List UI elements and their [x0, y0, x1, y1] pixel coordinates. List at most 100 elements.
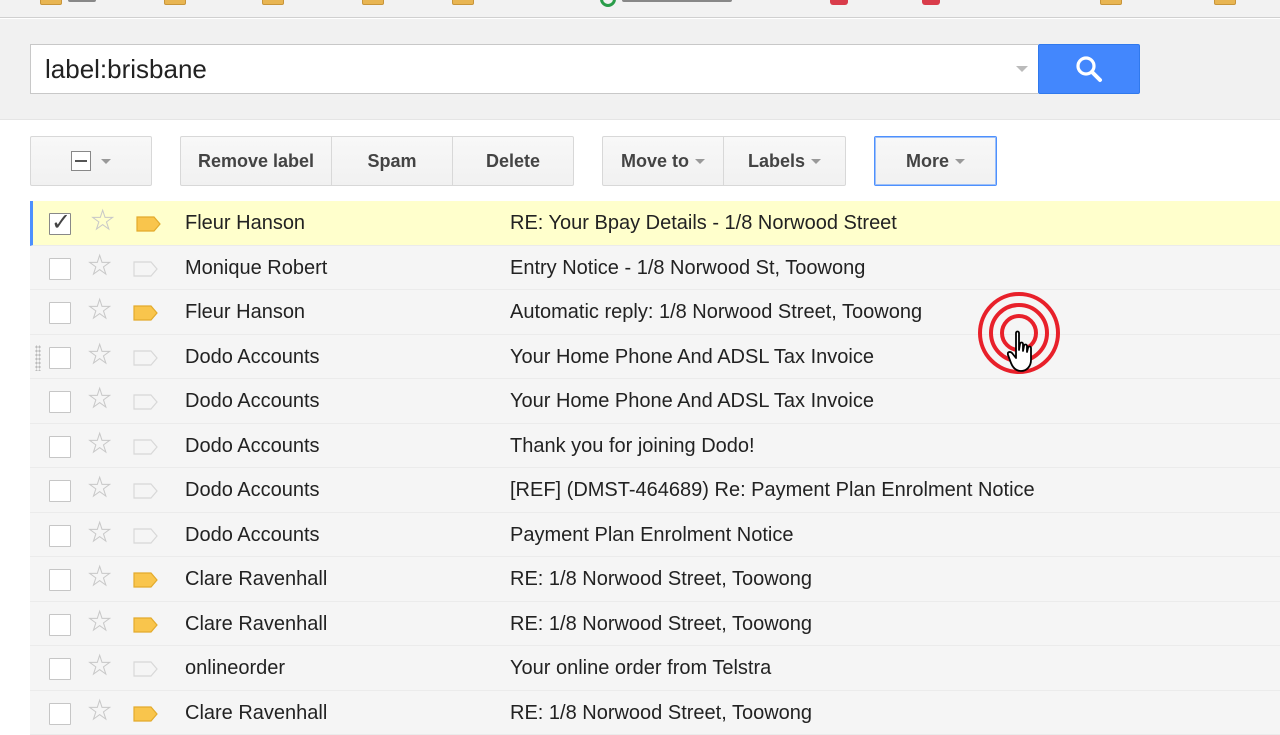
message-row[interactable]: ✓★Clare RavenhallRE: 1/8 Norwood Street,…	[30, 602, 1280, 647]
message-subject: [REF] (DMST-464689) Re: Payment Plan Enr…	[510, 479, 1035, 502]
importance-marker-icon[interactable]	[133, 483, 158, 499]
message-subject: Entry Notice - 1/8 Norwood St, Toowong	[510, 257, 865, 280]
importance-marker-icon[interactable]	[133, 439, 158, 455]
chevron-down-icon	[695, 159, 705, 164]
message-row[interactable]: ✓ ★ Dodo Accounts Your Home Phone And ADSL …	[30, 379, 1280, 424]
search-header	[0, 19, 1280, 120]
message-row[interactable]: ✓★Clare RavenhallRE: 1/8 Norwood Street,…	[30, 691, 1280, 735]
bookmark-folder-icon[interactable]	[362, 0, 384, 6]
search-button[interactable]	[1038, 44, 1140, 94]
message-list: ✓ ★ Fleur Hanson RE: Your Bpay Details - 1/…	[30, 201, 1280, 735]
message-checkbox[interactable]: ✓	[49, 569, 71, 591]
action-toolbar: Remove label Spam Delete Move to Labels …	[0, 121, 1280, 201]
bookmark-folder-icon[interactable]	[1100, 0, 1122, 6]
labels-text: Labels	[748, 151, 805, 172]
bookmark-red-icon[interactable]	[922, 0, 940, 6]
message-row[interactable]: ✓ ★ Dodo Accounts Thank you for joining Dod…	[30, 424, 1280, 469]
message-checkbox[interactable]: ✓	[49, 703, 71, 725]
message-sender: Clare Ravenhall	[185, 702, 327, 725]
star-icon[interactable]: ★	[88, 342, 111, 368]
message-row[interactable]: ✓ ★ Dodo Accounts Payment Plan Enrolment No…	[30, 513, 1280, 558]
importance-marker-icon[interactable]	[133, 394, 158, 410]
delete-button[interactable]: Delete	[452, 136, 574, 186]
spam-text: Spam	[367, 151, 416, 172]
message-sender: Dodo Accounts	[185, 435, 320, 458]
message-checkbox[interactable]: ✓	[49, 302, 71, 324]
star-icon[interactable]: ★	[88, 520, 111, 546]
bookmark-folder-icon[interactable]	[452, 0, 474, 6]
message-sender: Dodo Accounts	[185, 346, 320, 369]
message-sender: Dodo Accounts	[185, 524, 320, 547]
chevron-down-icon	[811, 159, 821, 164]
importance-marker-icon[interactable]	[133, 661, 158, 677]
more-button[interactable]: More	[874, 136, 997, 186]
select-checkbox-icon	[71, 151, 91, 171]
message-row[interactable]: ✓ ★ Dodo Accounts Your Home Phone And ADSL …	[30, 335, 1280, 380]
message-subject: RE: 1/8 Norwood Street, Toowong	[510, 702, 812, 725]
remove-label-button[interactable]: Remove label	[180, 136, 332, 186]
message-row[interactable]: ✓★Dodo Accounts[REF] (DMST-464689) Re: P…	[30, 468, 1280, 513]
message-checkbox[interactable]: ✓	[49, 525, 71, 547]
bookmark-red-icon[interactable]	[830, 0, 848, 6]
checkmark-icon: ✓	[51, 208, 71, 236]
search-input[interactable]	[31, 54, 991, 85]
message-row[interactable]: ✓★Clare RavenhallRE: 1/8 Norwood Street,…	[30, 557, 1280, 602]
chrome-apps-icon[interactable]	[600, 0, 732, 6]
message-sender: Clare Ravenhall	[185, 568, 327, 591]
message-subject: Automatic reply: 1/8 Norwood Street, Too…	[510, 301, 922, 324]
star-icon[interactable]: ★	[91, 208, 114, 234]
select-dropdown-button[interactable]	[30, 136, 152, 186]
search-field[interactable]	[30, 44, 1038, 94]
importance-marker-icon[interactable]	[133, 572, 158, 588]
message-row[interactable]: ✓ ★ onlineorder Your online order from Tels…	[30, 646, 1280, 691]
star-icon[interactable]: ★	[88, 609, 111, 635]
star-icon[interactable]: ★	[88, 475, 111, 501]
move-to-button[interactable]: Move to	[602, 136, 724, 186]
message-subject: Payment Plan Enrolment Notice	[510, 524, 793, 547]
message-subject: RE: Your Bpay Details - 1/8 Norwood Stre…	[510, 212, 897, 235]
message-checkbox[interactable]: ✓	[49, 347, 71, 369]
message-subject: Your online order from Telstra	[510, 657, 771, 680]
message-subject: Your Home Phone And ADSL Tax Invoice	[510, 390, 874, 413]
star-icon[interactable]: ★	[88, 564, 111, 590]
delete-text: Delete	[486, 151, 540, 172]
message-sender: Dodo Accounts	[185, 390, 320, 413]
star-icon[interactable]: ★	[88, 386, 111, 412]
message-checkbox[interactable]: ✓	[49, 658, 71, 680]
bookmark-folder-icon[interactable]	[262, 0, 284, 6]
star-icon[interactable]: ★	[88, 297, 111, 323]
message-sender: Fleur Hanson	[185, 212, 305, 235]
star-icon[interactable]: ★	[88, 431, 111, 457]
message-subject: Your Home Phone And ADSL Tax Invoice	[510, 346, 874, 369]
labels-button[interactable]: Labels	[723, 136, 846, 186]
message-checkbox[interactable]: ✓	[49, 436, 71, 458]
importance-marker-icon[interactable]	[133, 617, 158, 633]
message-subject: Thank you for joining Dodo!	[510, 435, 755, 458]
star-icon[interactable]: ★	[88, 653, 111, 679]
message-sender: Monique Robert	[185, 257, 327, 280]
spam-button[interactable]: Spam	[331, 136, 453, 186]
message-sender: onlineorder	[185, 657, 285, 680]
importance-marker-icon[interactable]	[133, 261, 158, 277]
message-sender: Fleur Hanson	[185, 301, 305, 324]
message-row[interactable]: ✓ ★ Fleur Hanson RE: Your Bpay Details - 1/…	[30, 201, 1280, 246]
importance-marker-icon[interactable]	[133, 305, 158, 321]
importance-marker-icon[interactable]	[136, 216, 161, 232]
search-options-caret-icon[interactable]	[1016, 66, 1028, 72]
message-checkbox[interactable]: ✓	[49, 258, 71, 280]
bookmark-folder-icon[interactable]	[164, 0, 186, 6]
message-sender: Clare Ravenhall	[185, 613, 327, 636]
message-row[interactable]: ✓ ★ Fleur Hanson Automatic reply: 1/8 Norwo…	[30, 290, 1280, 335]
message-checkbox[interactable]: ✓	[49, 213, 71, 235]
bookmark-folder-icon[interactable]	[1214, 0, 1236, 6]
message-checkbox[interactable]: ✓	[49, 480, 71, 502]
bookmark-folder-icon[interactable]	[40, 0, 96, 6]
importance-marker-icon[interactable]	[133, 528, 158, 544]
message-checkbox[interactable]: ✓	[49, 391, 71, 413]
message-checkbox[interactable]: ✓	[49, 614, 71, 636]
drag-handle-icon[interactable]	[35, 345, 41, 371]
importance-marker-icon[interactable]	[133, 706, 158, 722]
star-icon[interactable]: ★	[88, 253, 111, 279]
message-row[interactable]: ✓ ★ Monique Robert Entry Notice - 1/8 Norwo…	[30, 246, 1280, 291]
importance-marker-icon[interactable]	[133, 350, 158, 366]
